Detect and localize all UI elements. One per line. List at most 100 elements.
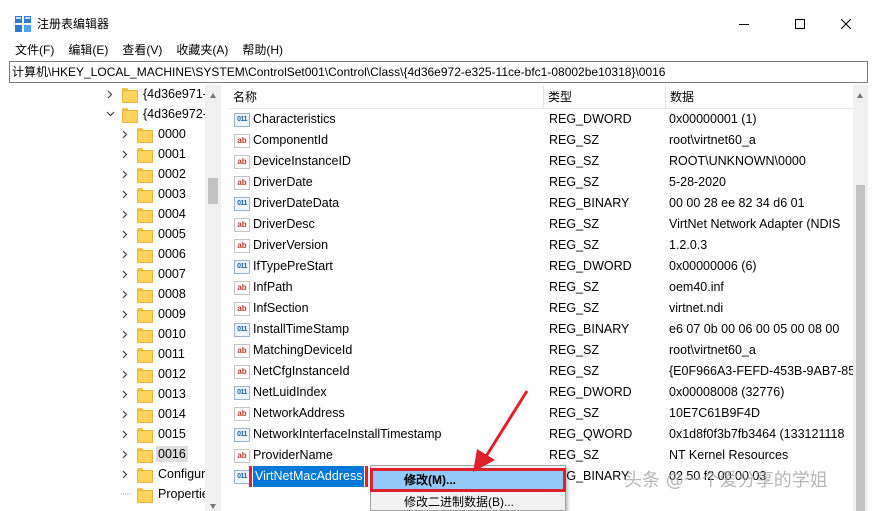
tree-item[interactable]: 0008	[119, 284, 188, 304]
value-name: NetworkAddress	[253, 406, 345, 420]
list-scroll-thumb[interactable]	[856, 185, 865, 511]
chevron-right-icon[interactable]	[119, 284, 131, 304]
chevron-right-icon[interactable]	[119, 264, 131, 284]
tree-item[interactable]: 0003	[119, 184, 188, 204]
chevron-right-icon[interactable]	[119, 164, 131, 184]
tree-item[interactable]: {4d36e972-	[104, 104, 209, 124]
tree-item[interactable]: Configur	[119, 464, 207, 484]
tree-item[interactable]: 0006	[119, 244, 188, 264]
tree-item[interactable]: 0013	[119, 384, 188, 404]
tree-item[interactable]: 0005	[119, 224, 188, 244]
registry-value-row[interactable]: ab ComponentId REG_SZ root\virtnet60_a	[229, 130, 853, 151]
registry-value-row[interactable]: 011 IfTypePreStart REG_DWORD 0x00000006 (6)	[229, 256, 853, 277]
column-header-data[interactable]: 数据	[666, 85, 853, 109]
tree-item[interactable]: 0007	[119, 264, 188, 284]
menu-file[interactable]: 文件(F)	[0, 40, 61, 60]
tree-scrollbar[interactable]	[205, 85, 221, 511]
tree-item[interactable]: {4d36e971-	[104, 85, 209, 104]
list-scrollbar[interactable]	[853, 85, 868, 511]
values-list: 名称 类型 数据 011 Characteristics REG_DWORD 0x00…	[229, 85, 853, 511]
close-button[interactable]	[823, 8, 869, 40]
tree-item[interactable]: 0015	[119, 424, 188, 444]
value-name-cell: 011 Characteristics	[234, 109, 544, 130]
registry-value-row[interactable]: 011 NetLuidIndex REG_DWORD 0x00008008 (3277…	[229, 382, 853, 403]
value-type: REG_DWORD	[549, 259, 632, 273]
registry-value-row[interactable]: ab DriverVersion REG_SZ 1.2.0.3	[229, 235, 853, 256]
tree-item[interactable]: Propertie	[119, 484, 211, 504]
value-data: 00 00 28 ee 82 34 d6 01	[669, 196, 805, 210]
tree-item[interactable]: 0002	[119, 164, 188, 184]
chevron-right-icon[interactable]	[119, 364, 131, 384]
registry-value-row[interactable]: ab NetworkAddress REG_SZ 10E7C61B9F4D	[229, 403, 853, 424]
tree-item[interactable]: 0011	[119, 344, 187, 364]
string-value-icon: ab	[234, 343, 250, 358]
chevron-right-icon[interactable]	[119, 224, 131, 244]
key-tree: {4d36e971- {4d36e972- 0000 0001 0002 0003 0004…	[9, 85, 221, 511]
context-modify-binary[interactable]: 修改二进制数据(B)...	[371, 491, 565, 511]
column-header-name[interactable]: 名称	[229, 85, 544, 109]
tree-item-label: 0015	[158, 427, 186, 441]
minimize-button[interactable]	[721, 8, 767, 40]
registry-value-row[interactable]: ab NetCfgInstanceId REG_SZ {E0F966A3-FEFD-4…	[229, 361, 853, 382]
chevron-right-icon[interactable]	[119, 424, 131, 444]
chevron-right-icon[interactable]	[119, 464, 131, 484]
registry-value-row[interactable]: 011 Characteristics REG_DWORD 0x00000001 (1…	[229, 109, 853, 130]
tree-item-label: 0000	[158, 127, 186, 141]
chevron-right-icon[interactable]	[119, 184, 131, 204]
chevron-right-icon[interactable]	[119, 404, 131, 424]
menu-favorites[interactable]: 收藏夹(A)	[169, 40, 235, 60]
chevron-right-icon[interactable]	[119, 444, 131, 464]
registry-value-row[interactable]: ab DriverDate REG_SZ 5-28-2020	[229, 172, 853, 193]
registry-value-row[interactable]: 011 InstallTimeStamp REG_BINARY e6 07 0b 00…	[229, 319, 853, 340]
menu-view[interactable]: 查看(V)	[115, 40, 169, 60]
menu-edit[interactable]: 编辑(E)	[61, 40, 115, 60]
chevron-right-icon[interactable]	[119, 384, 131, 404]
registry-value-row[interactable]: 011 NetworkInterfaceInstallTimestamp REG_Q…	[229, 424, 853, 445]
registry-value-row[interactable]: ab MatchingDeviceId REG_SZ root\virtnet60_a	[229, 340, 853, 361]
tree-item-label: 0009	[158, 307, 186, 321]
registry-value-row[interactable]: ab InfSection REG_SZ virtnet.ndi	[229, 298, 853, 319]
chevron-right-icon[interactable]	[104, 85, 116, 104]
registry-value-row[interactable]: ab DriverDesc REG_SZ VirtNet Network Adapte…	[229, 214, 853, 235]
chevron-right-icon[interactable]	[119, 124, 131, 144]
chevron-right-icon[interactable]	[119, 204, 131, 224]
maximize-button[interactable]	[777, 8, 823, 40]
tree-item[interactable]: 0010	[119, 324, 188, 344]
tree-item[interactable]: 0016	[119, 444, 188, 464]
folder-icon	[137, 307, 153, 323]
value-name: Characteristics	[253, 112, 336, 126]
tree-item[interactable]: 0012	[119, 364, 188, 384]
chevron-right-icon[interactable]	[119, 344, 131, 364]
value-type: REG_SZ	[549, 154, 600, 168]
value-data: ROOT\UNKNOWN\0000	[669, 154, 806, 168]
registry-value-row[interactable]: ab InfPath REG_SZ oem40.inf	[229, 277, 853, 298]
tree-scroll-thumb[interactable]	[208, 178, 218, 204]
registry-value-row[interactable]: 011 DriverDateData REG_BINARY 00 00 28 ee 8…	[229, 193, 853, 214]
value-data: root\virtnet60_a	[669, 343, 756, 357]
tree-item[interactable]: 0001	[119, 144, 188, 164]
chevron-right-icon[interactable]	[119, 304, 131, 324]
close-icon	[841, 19, 851, 29]
folder-icon	[137, 287, 153, 303]
chevron-down-icon[interactable]	[104, 104, 116, 124]
registry-value-row[interactable]: ab DeviceInstanceID REG_SZ ROOT\UNKNOWN\000…	[229, 151, 853, 172]
column-header-type[interactable]: 类型	[544, 85, 666, 109]
tree-item[interactable]: 0000	[119, 124, 188, 144]
registry-value-row[interactable]: ab ProviderName REG_SZ NT Kernel Resources	[229, 445, 853, 466]
tree-item[interactable]: 0004	[119, 204, 188, 224]
tree-item[interactable]: 0009	[119, 304, 188, 324]
value-data: 0x1d8f0f3b7fb3464 (133121118	[669, 427, 845, 441]
tree-item[interactable]: 0014	[119, 404, 188, 424]
list-scroll-up-arrow-icon[interactable]	[856, 89, 864, 103]
menu-help[interactable]: 帮助(H)	[235, 40, 290, 60]
string-value-icon: ab	[234, 154, 250, 169]
window-title: 注册表编辑器	[37, 17, 110, 31]
chevron-right-icon[interactable]	[119, 144, 131, 164]
chevron-right-icon[interactable]	[119, 324, 131, 344]
scroll-up-arrow-icon[interactable]	[209, 89, 217, 98]
scroll-down-arrow-icon[interactable]	[209, 499, 217, 509]
value-name-cell: ab InfSection	[234, 298, 544, 319]
context-modify[interactable]: 修改(M)...	[370, 468, 566, 492]
chevron-right-icon[interactable]	[119, 244, 131, 264]
address-bar[interactable]: 计算机\HKEY_LOCAL_MACHINE\SYSTEM\ControlSet…	[9, 61, 868, 83]
